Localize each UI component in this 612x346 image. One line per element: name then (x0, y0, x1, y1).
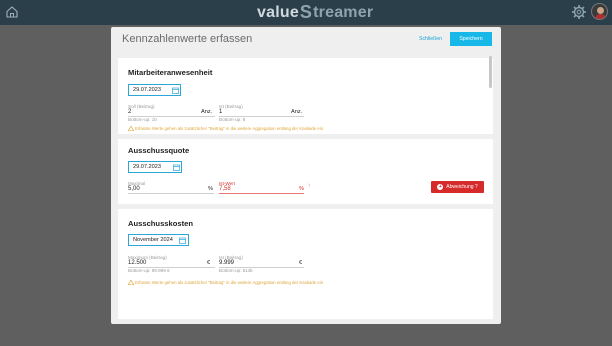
aggregation-note: Erfasste Werte gehen als zusätzlicher "B… (128, 280, 323, 285)
scrollbar-thumb[interactable] (489, 56, 492, 88)
ist-bottom-up: Bottom-up: 8 (219, 117, 246, 122)
soll-unit: Anz. (201, 109, 213, 115)
soll-label: Soll (Beitrag) (128, 104, 155, 109)
ist-input[interactable]: 9.999 (219, 260, 234, 266)
max-bottom-up: Bottom-up: 99.999 € (128, 268, 170, 273)
plus-circle-icon: + (437, 184, 444, 190)
max-underline (128, 193, 214, 194)
avatar[interactable] (591, 3, 608, 20)
date-picker[interactable]: 29.07.2023 (128, 84, 181, 96)
kpi-card-scrap-costs: Ausschusskosten November 2024 Maximum (B… (118, 209, 493, 319)
date-value: November 2024 (133, 237, 173, 243)
warning-icon (128, 280, 134, 285)
logo-s-mark: S (299, 2, 313, 22)
ist-unit: % (299, 186, 304, 192)
chevron-right-icon: › (308, 182, 311, 189)
logo-value-text: value (257, 3, 299, 21)
deviation-button-label: Abweichung ? (446, 184, 478, 190)
card-title: Mitarbeiteranwesenheit (128, 68, 213, 77)
save-button[interactable]: Speichern (450, 32, 492, 46)
max-input[interactable]: 12.500 (128, 260, 146, 266)
soll-bottom-up: Bottom-up: 10 (128, 117, 157, 122)
date-picker[interactable]: 29.07.2023 (128, 161, 182, 173)
kpi-card-scrap-rate: Ausschussquote 29.07.2023 Maximal 5,00 %… (118, 139, 493, 204)
kpi-entry-modal: Kennzahlenwerte erfassen Schließen Speic… (111, 27, 501, 324)
calendar-icon (172, 87, 179, 94)
ist-bottom-up: Bottom-up: 513k (219, 268, 253, 273)
app-logo: value S treamer (257, 2, 374, 22)
date-value: 29.07.2023 (133, 87, 161, 93)
calendar-icon (173, 164, 180, 171)
aggregation-note-text: Erfasste Werte gehen als zusätzlicher "B… (135, 280, 324, 285)
ist-input[interactable]: 1 (219, 109, 222, 115)
gear-icon[interactable] (571, 4, 587, 20)
top-bar: value S treamer (0, 0, 612, 25)
max-unit: € (207, 260, 211, 266)
warning-icon (128, 126, 134, 131)
kpi-card-attendance: Mitarbeiteranwesenheit 29.07.2023 Soll (… (118, 58, 493, 134)
ist-unit: Anz. (291, 109, 303, 115)
modal-title: Kennzahlenwerte erfassen (122, 33, 253, 45)
ist-input[interactable]: 7,58 (219, 186, 231, 192)
aggregation-note: Erfasste Werte gehen als zusätzlicher "B… (128, 126, 323, 131)
calendar-icon (179, 237, 186, 244)
home-icon[interactable] (5, 5, 19, 19)
max-input[interactable]: 5,00 (128, 186, 140, 192)
close-button[interactable]: Schließen (415, 32, 446, 46)
kpi-card-list[interactable]: Mitarbeiteranwesenheit 29.07.2023 Soll (… (118, 53, 495, 319)
logo-streamer-text: treamer (313, 3, 374, 21)
card-title: Ausschussquote (128, 146, 190, 155)
soll-input[interactable]: 2 (128, 109, 131, 115)
ist-label: Ist (Beitrag) (219, 104, 243, 109)
ist-underline (219, 193, 304, 194)
month-picker[interactable]: November 2024 (128, 234, 189, 246)
aggregation-note-text: Erfasste Werte gehen als zusätzlicher "B… (135, 126, 324, 131)
max-unit: % (208, 186, 213, 192)
ist-unit: € (299, 260, 303, 266)
card-title: Ausschusskosten (128, 219, 193, 228)
date-value: 29.07.2023 (133, 164, 161, 170)
deviation-button[interactable]: + Abweichung ? (431, 181, 484, 193)
